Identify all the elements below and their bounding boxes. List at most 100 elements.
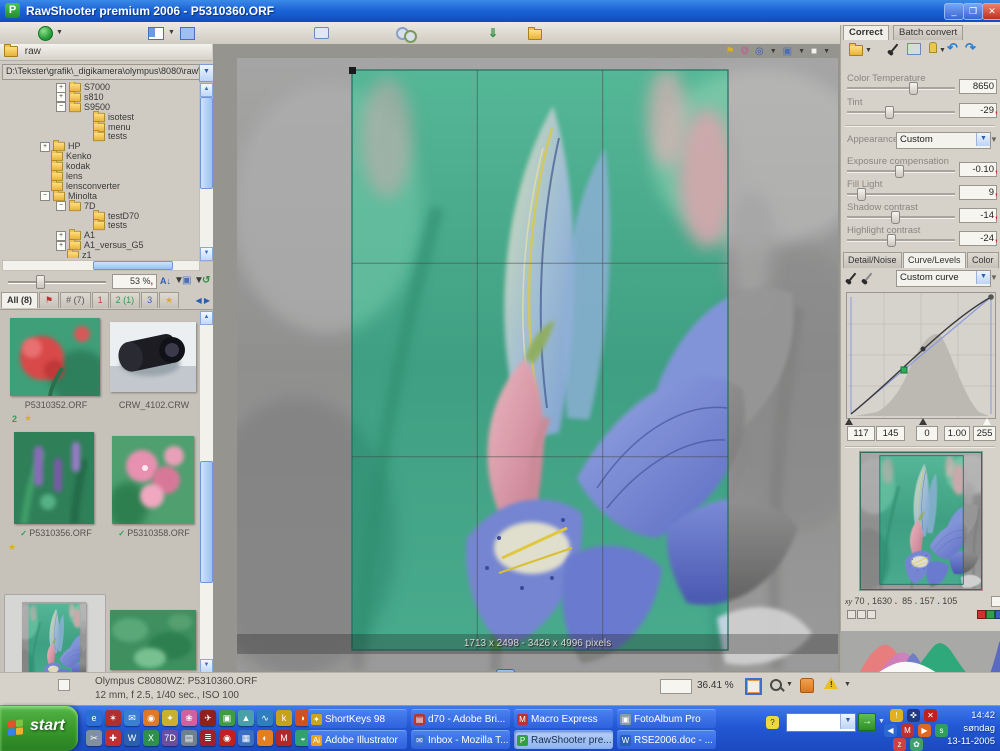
task-button-rse2006-doc-[interactable]: WRSE2006.doc - ...	[617, 730, 716, 749]
tree-item-lensconverter[interactable]: lensconverter	[0, 181, 198, 191]
view-dropdown-icon[interactable]: ▼	[168, 26, 175, 40]
tab-batch-convert[interactable]: Batch convert	[893, 25, 963, 40]
background-dropdown-icon[interactable]: ▼	[823, 48, 830, 55]
quicklaunch-icon[interactable]: ∿	[257, 710, 273, 726]
tree-item-A1_versus_G5[interactable]: +A1_versus_G5	[0, 240, 198, 250]
appearance-select[interactable]: Custom ▼	[896, 132, 991, 149]
thumb-zoom-slider[interactable]	[36, 275, 45, 289]
slider-thumb[interactable]	[885, 106, 894, 119]
tab-detail-noise[interactable]: Detail/Noise	[843, 252, 902, 268]
curve-point[interactable]	[921, 347, 926, 352]
quicklaunch-icon[interactable]: X	[143, 730, 159, 746]
tray-icon[interactable]: ✕	[924, 709, 937, 722]
palette-icon[interactable]: ❂	[741, 46, 749, 58]
thumbnail-label[interactable]: CRW_4102.CRW	[106, 400, 202, 410]
slider-value[interactable]: -24	[959, 231, 997, 246]
quicklaunch-icon[interactable]: 7D	[162, 730, 178, 746]
slider-thumb[interactable]	[895, 165, 904, 178]
appearance-flyout-icon[interactable]: ▼	[990, 135, 998, 144]
tree-toggle-icon[interactable]: +	[56, 92, 66, 102]
swatch-icon[interactable]	[867, 610, 876, 619]
tree-item-tests[interactable]: tests	[0, 220, 198, 230]
split-view-icon[interactable]	[148, 27, 164, 40]
white-level-slider[interactable]	[983, 418, 991, 425]
tree-item-S7000[interactable]: +S7000	[0, 82, 198, 92]
filter-tab-6[interactable]: ★	[159, 292, 179, 308]
exif-checkbox[interactable]	[58, 679, 70, 691]
photo-canvas[interactable]	[237, 58, 838, 671]
quicklaunch-icon[interactable]: ◉	[219, 730, 235, 746]
quicklaunch-icon[interactable]: W	[124, 730, 140, 746]
path-field[interactable]: D:\Tekster\grafik\_digikamera\olympus\80…	[2, 64, 203, 80]
curve-preset-dropdown-icon[interactable]: ▼	[976, 271, 990, 284]
swatch-icon[interactable]	[847, 610, 856, 619]
tree-scrollbar[interactable]: ▲ ▼	[199, 82, 214, 262]
white-balance-picker-icon[interactable]	[890, 44, 899, 54]
thumbnail-label[interactable]: ✓ P5310356.ORF	[8, 528, 104, 538]
curve-endpoint[interactable]	[988, 294, 994, 300]
filter-tab-0[interactable]: All (8)	[1, 292, 38, 308]
warning-dropdown-icon[interactable]: ▼	[844, 681, 851, 688]
undo-icon[interactable]: ↶	[947, 40, 958, 56]
task-button-adobe-illustrator[interactable]: AiAdobe Illustrator	[308, 730, 407, 749]
reset-mark[interactable]: ,	[995, 233, 998, 244]
curve-flyout-icon[interactable]: ▼	[990, 273, 998, 282]
tray-icon[interactable]: M	[901, 724, 914, 737]
slideshow-icon[interactable]	[38, 26, 53, 41]
restore-button[interactable]: ❐	[963, 3, 983, 20]
task-button-fotoalbum-pro[interactable]: ▣FotoAlbum Pro	[617, 709, 716, 728]
tree-item-Kenko[interactable]: Kenko	[0, 151, 198, 161]
appearance-dropdown-icon[interactable]: ▼	[976, 133, 990, 146]
tray-icon[interactable]: ✜	[907, 709, 920, 722]
quicklaunch-icon[interactable]: ✚	[105, 730, 121, 746]
tab-correct[interactable]: Correct	[843, 25, 889, 40]
slider-value[interactable]: -0.10	[959, 162, 997, 177]
thumbnail-image-P5310358[interactable]	[112, 436, 194, 524]
quicklaunch-icon[interactable]: M	[276, 730, 292, 746]
quicklaunch-icon[interactable]: e	[86, 710, 102, 726]
red-channel-icon[interactable]	[977, 610, 986, 619]
download-icon[interactable]: ⇓	[488, 26, 498, 40]
slideshow-dropdown-icon[interactable]: ▼	[56, 26, 63, 40]
scroll-up-icon[interactable]: ▲	[200, 311, 213, 325]
zoom-tool-icon[interactable]	[770, 679, 782, 691]
quicklaunch-icon[interactable]: ▣	[219, 710, 235, 726]
tree-item-Minolta[interactable]: −Minolta	[0, 191, 198, 201]
thumbnail-image-P5310356[interactable]	[14, 432, 94, 524]
tree-item-kodak[interactable]: kodak	[0, 161, 198, 171]
thumbnail-label[interactable]: ✓ P5310358.ORF	[106, 528, 202, 538]
slider-value[interactable]: 9	[959, 185, 997, 200]
minimize-button[interactable]: _	[944, 3, 964, 20]
tray-help-icon[interactable]: ?	[766, 716, 779, 729]
quicklaunch-icon[interactable]: k	[276, 710, 292, 726]
quicklaunch-icon[interactable]: ✶	[105, 710, 121, 726]
tray-icon[interactable]: z	[893, 738, 906, 751]
crop-tool-icon[interactable]	[745, 678, 762, 695]
levels-value-4[interactable]: 255	[973, 426, 996, 441]
quicklaunch-icon[interactable]: ◐	[257, 730, 273, 746]
slider-value[interactable]: -14	[959, 208, 997, 223]
tree-item-tests[interactable]: tests	[0, 131, 198, 141]
tree-toggle-icon[interactable]: −	[40, 191, 50, 201]
tree-item-7D[interactable]: −7D	[0, 201, 198, 211]
filter-tab-1[interactable]: ⚑	[39, 292, 59, 308]
thumbnail-image-P5310362[interactable]	[110, 610, 196, 670]
slider-thumb[interactable]	[909, 82, 918, 95]
quicklaunch-icon[interactable]: ▤	[181, 730, 197, 746]
tone-curve-editor[interactable]	[846, 292, 996, 419]
task-button-shortkeys-98[interactable]: ✦ShortKeys 98	[308, 709, 407, 728]
curve-point-green[interactable]	[901, 367, 907, 373]
start-button[interactable]: start	[0, 706, 78, 751]
taskbar-address-combo[interactable]: ▼	[786, 713, 856, 732]
blue-channel-icon[interactable]	[995, 610, 1000, 619]
background-color-icon[interactable]: ■	[811, 46, 817, 58]
tray-icon[interactable]: ▶	[918, 724, 931, 737]
scroll-thumb[interactable]	[200, 97, 213, 189]
slider-track[interactable]	[847, 216, 955, 219]
combo-dropdown-icon[interactable]: ▼	[840, 714, 855, 729]
thumbnail-image-CRW4102[interactable]	[110, 322, 196, 392]
navigator-preview[interactable]	[860, 452, 982, 590]
tray-icon[interactable]: ✿	[910, 738, 923, 751]
close-button[interactable]: ✕	[982, 3, 1000, 20]
tree-item-HP[interactable]: +HP	[0, 141, 198, 151]
